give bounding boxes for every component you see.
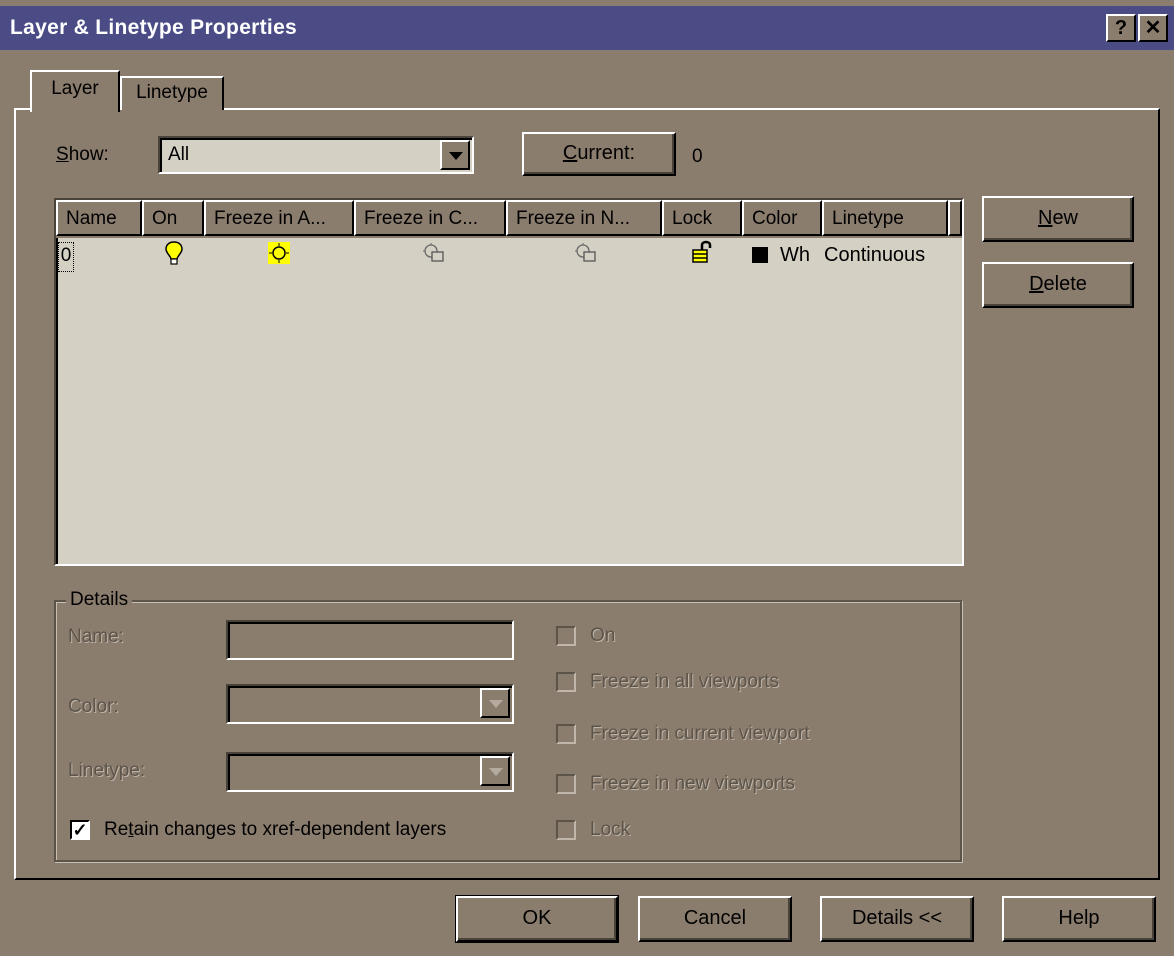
retain-changes-label[interactable]: Retain changes to xref-dependent layers <box>104 819 446 841</box>
unlock-icon[interactable] <box>692 240 714 264</box>
window-title: Layer & Linetype Properties <box>10 16 298 39</box>
col-lock[interactable]: Lock <box>662 200 742 236</box>
color-label: Color: <box>68 696 119 717</box>
color-dropdown[interactable] <box>226 684 514 724</box>
tab-linetype[interactable]: Linetype <box>120 76 224 110</box>
name-field[interactable] <box>226 620 514 660</box>
linetype-cell[interactable]: Continuous <box>824 244 925 267</box>
retain-changes-checkbox[interactable]: ✓ <box>70 820 90 840</box>
viewport-freeze-icon[interactable] <box>422 242 446 264</box>
freeze-all-checkbox[interactable] <box>556 672 576 692</box>
list-header: Name On Freeze in A... Freeze in C... Fr… <box>56 200 962 238</box>
details-toggle-button[interactable]: Details << <box>820 896 974 942</box>
chevron-down-icon[interactable] <box>480 688 510 718</box>
col-name[interactable]: Name <box>56 200 142 236</box>
col-spacer <box>948 200 962 236</box>
col-linetype[interactable]: Linetype <box>822 200 948 236</box>
lightbulb-icon[interactable] <box>164 240 184 268</box>
name-label: Name: <box>68 626 124 647</box>
checkmark-icon: ✓ <box>72 820 88 840</box>
current-button[interactable]: Current: <box>522 132 676 176</box>
new-viewport-freeze-icon[interactable] <box>574 242 598 264</box>
color-name-cell[interactable]: Wh <box>780 244 810 267</box>
color-swatch[interactable] <box>752 247 768 263</box>
freeze-new-label: Freeze in new viewports <box>590 773 795 794</box>
col-freeze-new[interactable]: Freeze in N... <box>506 200 662 236</box>
freeze-new-checkbox[interactable] <box>556 774 576 794</box>
layer-list[interactable]: Name On Freeze in A... Freeze in C... Fr… <box>54 198 964 566</box>
current-layer-value: 0 <box>692 146 703 167</box>
col-freeze-all[interactable]: Freeze in A... <box>204 200 354 236</box>
new-button[interactable]: New <box>982 196 1134 242</box>
freeze-current-label: Freeze in current viewport <box>590 723 810 744</box>
help-button[interactable]: Help <box>1002 896 1156 942</box>
show-label: Show: <box>56 144 109 165</box>
show-dropdown-value: All <box>168 144 190 165</box>
ok-button[interactable]: OK <box>455 895 619 943</box>
show-dropdown[interactable]: All <box>158 136 474 174</box>
table-row[interactable]: 0 Wh Continuous <box>56 238 962 272</box>
delete-button[interactable]: Delete <box>982 262 1134 308</box>
cancel-button[interactable]: Cancel <box>638 896 792 942</box>
chevron-down-icon[interactable] <box>440 140 470 170</box>
tab-linetype-label: Linetype <box>136 82 208 103</box>
help-icon[interactable]: ? <box>1106 14 1136 42</box>
tab-layer[interactable]: Layer <box>30 70 120 112</box>
details-group-label: Details <box>66 589 133 611</box>
close-icon[interactable]: ✕ <box>1138 14 1168 42</box>
sun-icon[interactable] <box>268 242 290 264</box>
linetype-label: Linetype: <box>68 760 146 781</box>
col-color[interactable]: Color <box>742 200 822 236</box>
freeze-all-label: Freeze in all viewports <box>590 671 780 692</box>
linetype-dropdown[interactable] <box>226 752 514 792</box>
freeze-current-checkbox[interactable] <box>556 724 576 744</box>
tab-layer-label: Layer <box>51 78 99 99</box>
lock-checkbox[interactable] <box>556 820 576 840</box>
col-freeze-current[interactable]: Freeze in C... <box>354 200 506 236</box>
on-checkbox[interactable] <box>556 626 576 646</box>
chevron-down-icon[interactable] <box>480 756 510 786</box>
lock-label: Lock <box>590 819 631 840</box>
col-on[interactable]: On <box>142 200 204 236</box>
on-label: On <box>590 625 616 646</box>
layer-name-cell[interactable]: 0 <box>58 242 74 272</box>
